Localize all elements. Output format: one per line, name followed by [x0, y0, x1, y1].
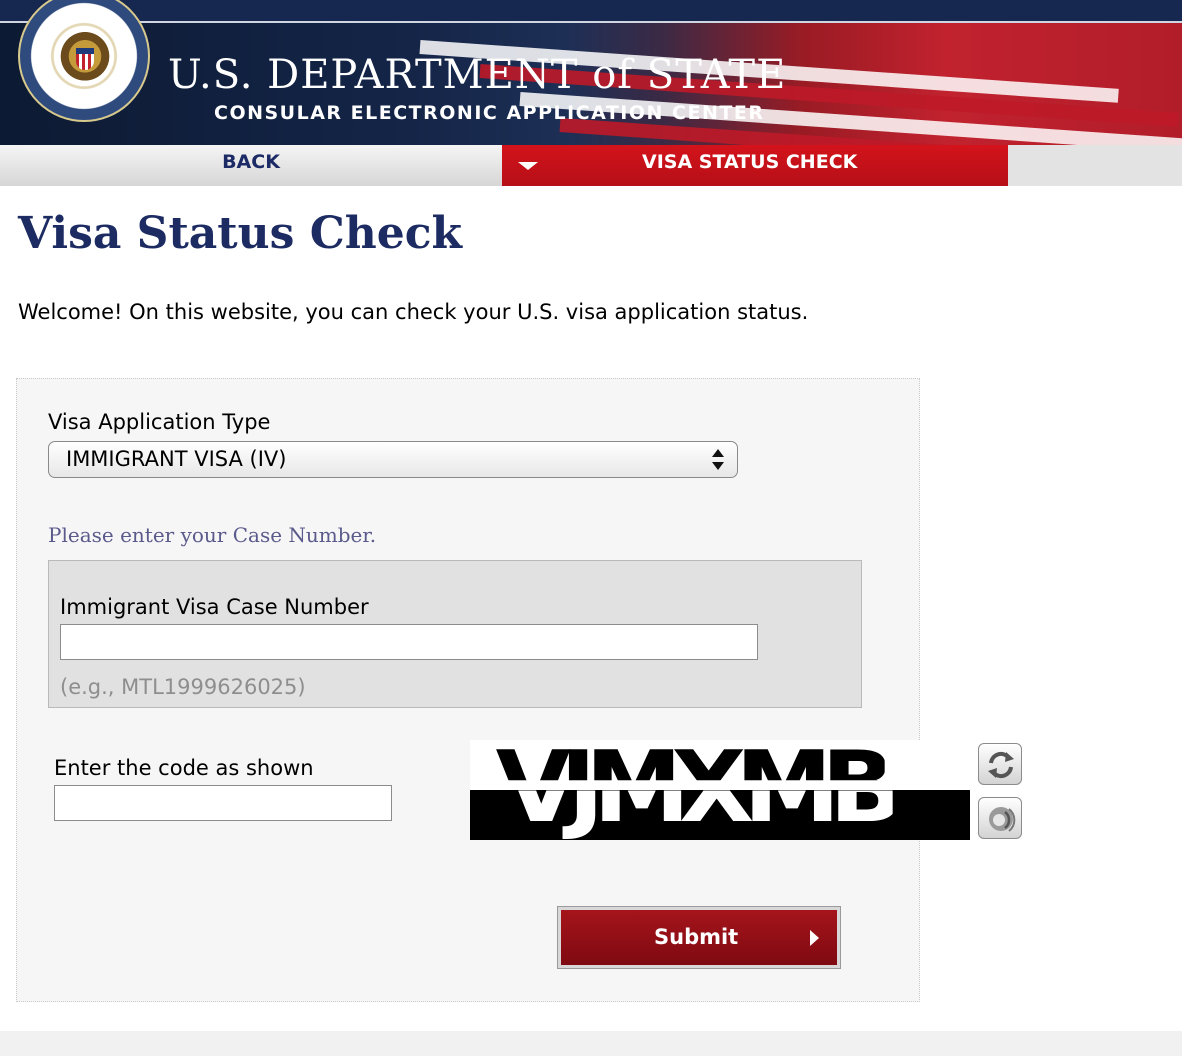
- header-banner: U.S. DEPARTMENT of STATE CONSULAR ELECTR…: [0, 0, 1182, 145]
- case-number-prompt: Please enter your Case Number.: [48, 523, 377, 547]
- refresh-icon: [988, 751, 1014, 779]
- case-number-label: Immigrant Visa Case Number: [60, 595, 369, 619]
- visa-status-check-label: VISA STATUS CHECK: [642, 151, 858, 173]
- banner-divider: [0, 21, 1182, 23]
- department-title: U.S. DEPARTMENT of STATE: [168, 52, 787, 98]
- footer-band: [0, 1031, 1182, 1056]
- shield-icon: [76, 48, 94, 70]
- nav-bar: BACK VISA STATUS CHECK: [0, 145, 1182, 186]
- captcha-refresh-button[interactable]: [978, 743, 1022, 785]
- captcha-audio-button[interactable]: [978, 797, 1022, 839]
- nav-filler: [1008, 145, 1182, 186]
- application-type-value: IMMIGRANT VISA (IV): [66, 447, 287, 471]
- department-of-state-seal-icon: [18, 0, 150, 122]
- back-button[interactable]: BACK: [0, 145, 502, 186]
- submit-button[interactable]: Submit: [557, 906, 841, 969]
- welcome-text: Welcome! On this website, you can check …: [18, 300, 809, 324]
- page-title: Visa Status Check: [18, 208, 462, 259]
- visa-status-check-tab[interactable]: VISA STATUS CHECK: [502, 145, 1008, 186]
- case-number-input[interactable]: [60, 624, 758, 660]
- captcha-image: VJMXMB VJMXMB: [470, 740, 970, 840]
- audio-icon: [989, 807, 1016, 832]
- application-type-label: Visa Application Type: [48, 410, 271, 434]
- captcha-code-input[interactable]: [54, 785, 392, 821]
- arrow-right-icon: [810, 930, 819, 946]
- banner-top-line: [0, 0, 1182, 22]
- select-arrows-icon: [712, 449, 724, 471]
- application-type-select[interactable]: IMMIGRANT VISA (IV): [48, 441, 738, 478]
- case-number-example: (e.g., MTL1999626025): [60, 675, 306, 699]
- submit-label: Submit: [654, 925, 739, 949]
- caret-down-icon: [518, 162, 538, 170]
- department-subtitle: CONSULAR ELECTRONIC APPLICATION CENTER: [214, 102, 765, 124]
- captcha-code-label: Enter the code as shown: [54, 756, 314, 780]
